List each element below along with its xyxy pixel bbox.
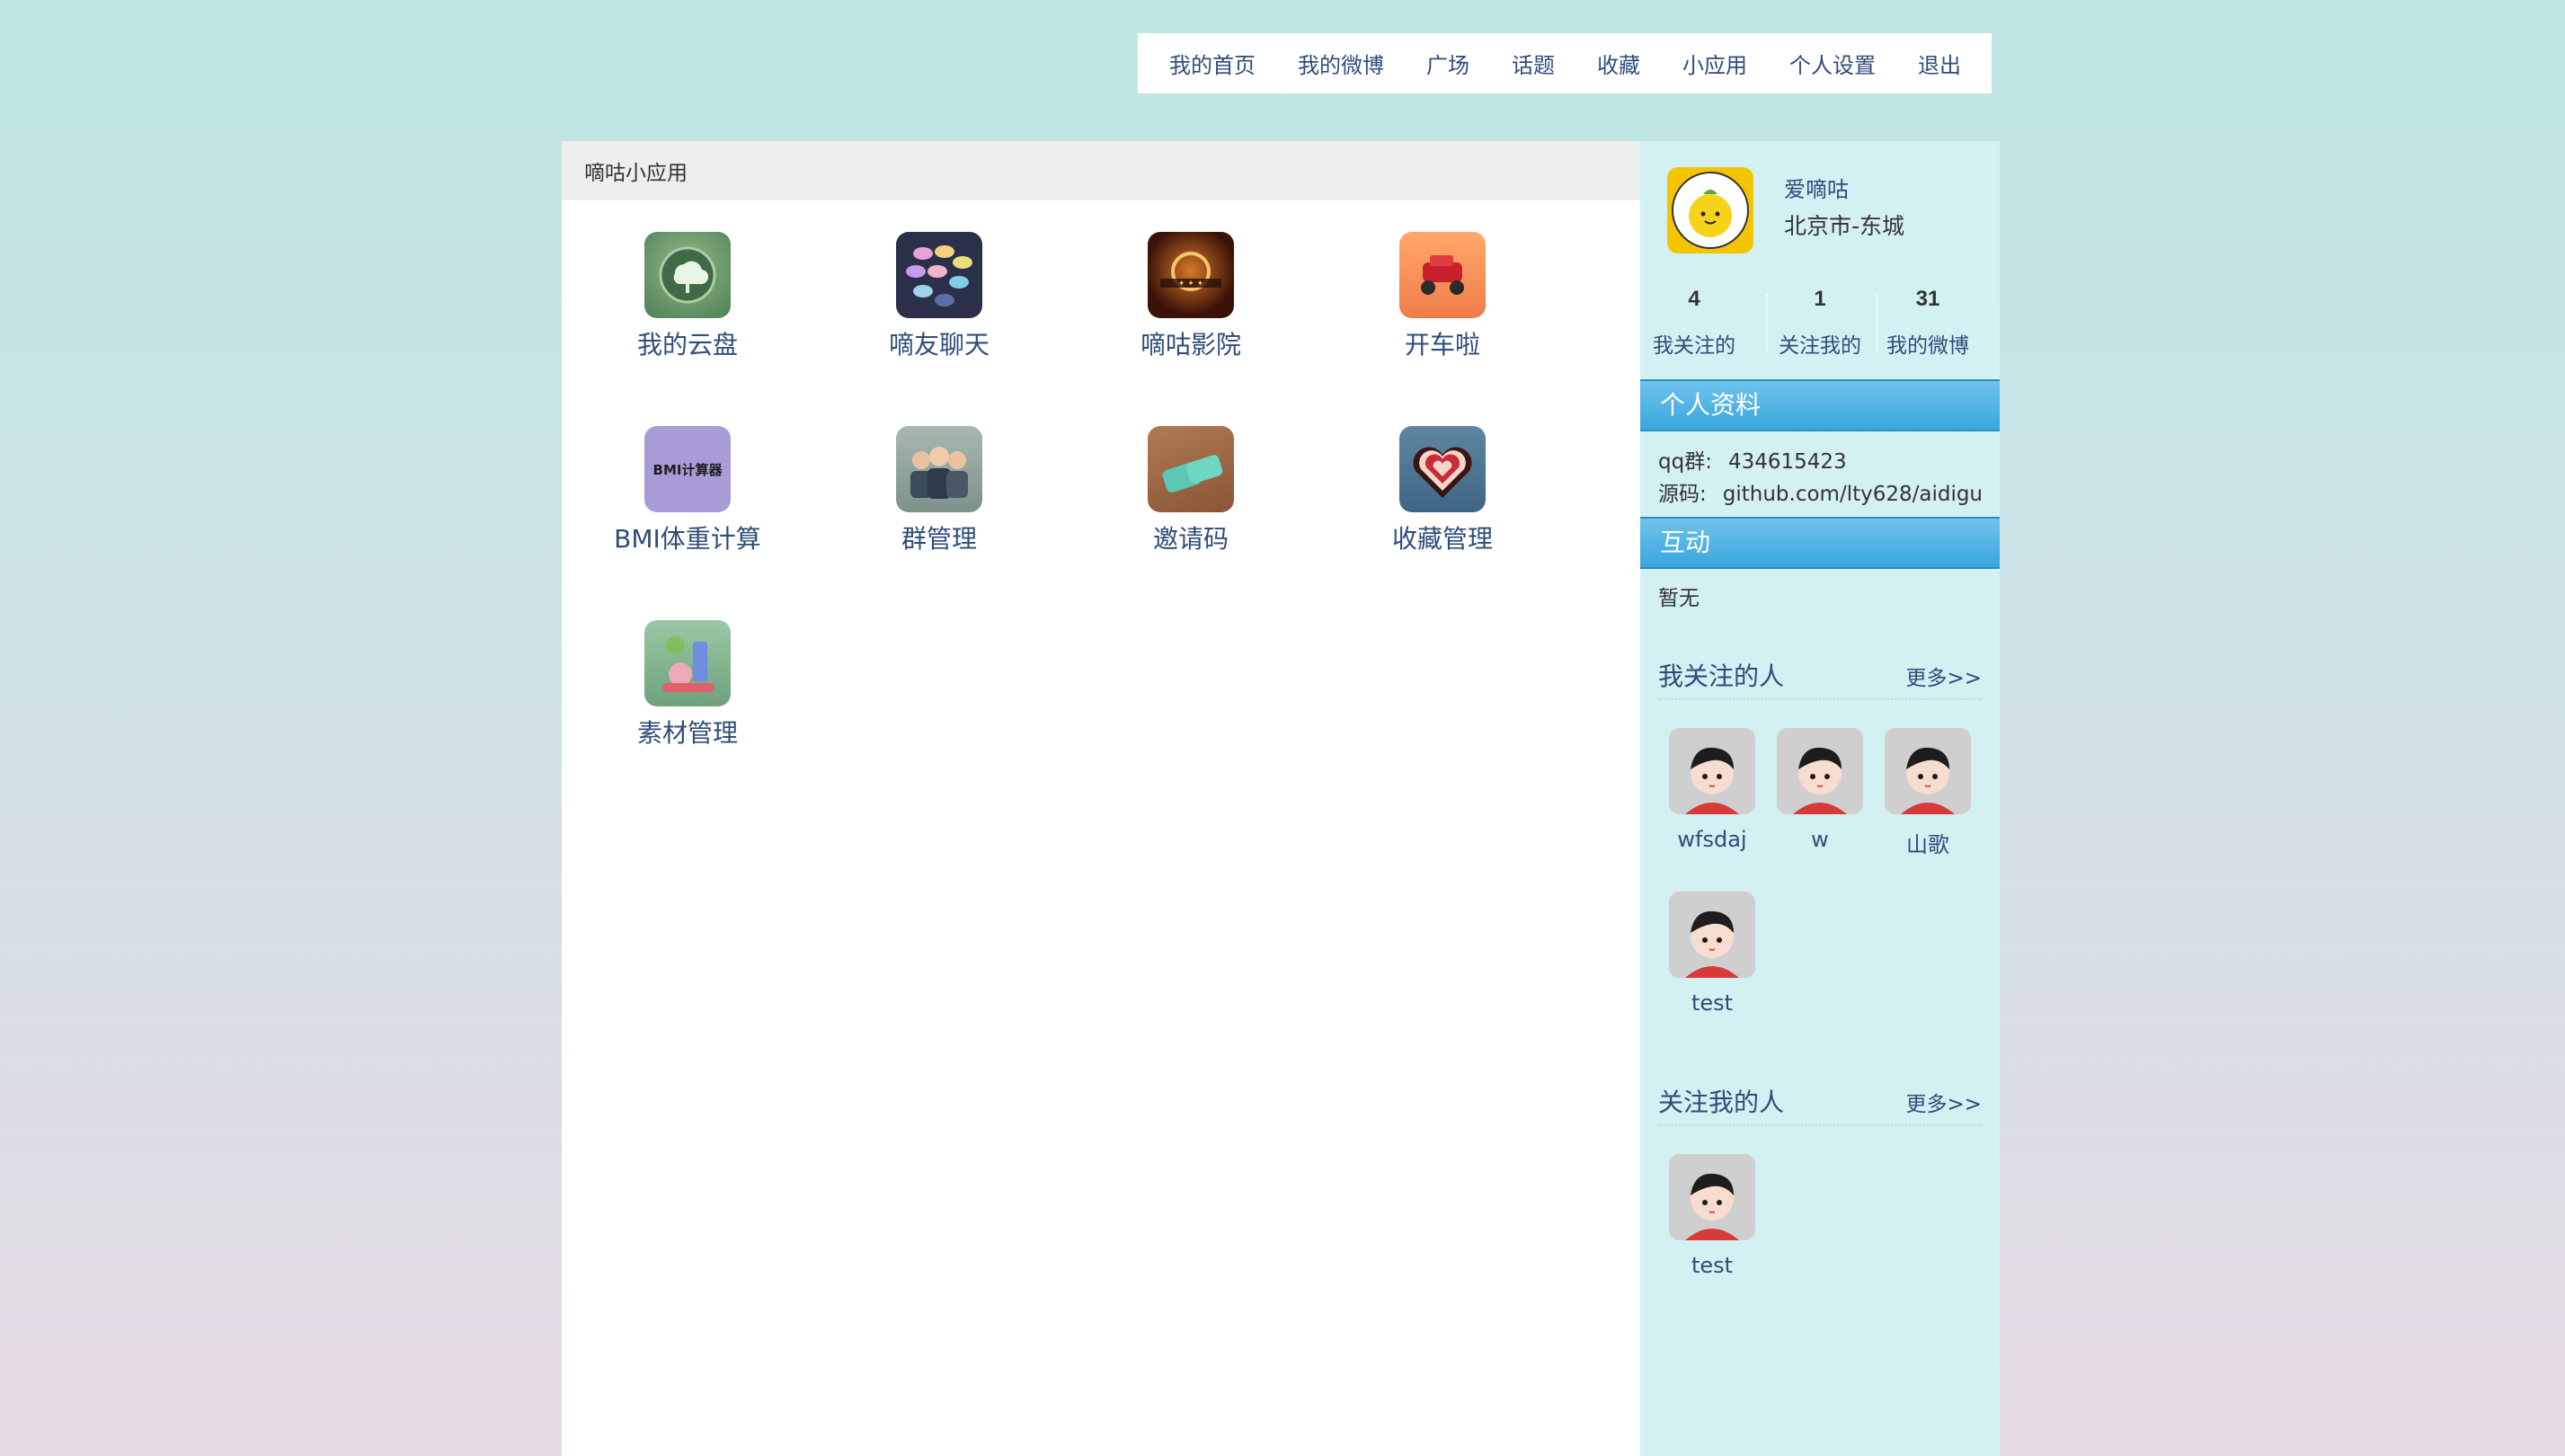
stat-number: 1 (1814, 287, 1826, 311)
avatar (1885, 728, 1971, 814)
qq-group-line: qq群: 434615423 (1658, 444, 1847, 475)
person-name[interactable]: w (1766, 827, 1874, 852)
followers-more-link[interactable]: 更多>> (1905, 1087, 1982, 1117)
nav-home[interactable]: 我的首页 (1169, 48, 1256, 79)
nav-settings[interactable]: 个人设置 (1789, 48, 1876, 79)
nav-my-weibo[interactable]: 我的微博 (1298, 48, 1384, 79)
cloud-drive-icon (644, 232, 731, 318)
profile-avatar[interactable] (1667, 167, 1753, 253)
app-label: 嘀友聊天 (888, 330, 990, 360)
stat-following[interactable]: 4 我关注的 (1640, 287, 1748, 359)
personal-info-header: 个人资料 (1640, 379, 2000, 431)
interaction-header: 互动 (1640, 517, 2000, 569)
following-person[interactable]: 山歌 (1874, 728, 1982, 858)
stat-followers[interactable]: 1 关注我的 (1766, 287, 1874, 359)
follower-person[interactable]: test (1658, 1154, 1766, 1278)
stat-label: 关注我的 (1779, 334, 1861, 358)
app-label: 开车啦 (1404, 330, 1480, 360)
top-navigation: 我的首页 我的微博 广场 话题 收藏 小应用 个人设置 退出 (1138, 33, 1992, 93)
main-panel: 嘀咕小应用 我的云盘 嘀友聊天 ✦ ✦ ✦ 嘀咕影院 开车啦 BMI计算器 BM… (562, 141, 1640, 1456)
sidebar: 爱嘀咕 北京市-东城 4 我关注的 1 关注我的 31 我的微博 个人资料 qq… (1640, 141, 2000, 1456)
bmi-icon-text: BMI计算器 (652, 461, 723, 478)
app-label: 群管理 (901, 524, 977, 554)
following-header: 我关注的人 更多>> (1658, 657, 1982, 700)
nav-favorites[interactable]: 收藏 (1597, 48, 1640, 79)
person-name[interactable]: test (1658, 1253, 1766, 1278)
avatar (1669, 892, 1755, 978)
app-label: 素材管理 (636, 718, 738, 748)
profile-location: 北京市-东城 (1784, 213, 1905, 239)
app-materials-management[interactable]: 素材管理 (598, 620, 777, 750)
chat-bubbles-icon (896, 232, 982, 318)
materials-icon (644, 620, 731, 706)
app-label: 嘀咕影院 (1140, 330, 1241, 360)
followers-title: 关注我的人 (1658, 1088, 1785, 1117)
app-label: 收藏管理 (1391, 524, 1493, 554)
app-bmi[interactable]: BMI计算器 BMI体重计算 (598, 426, 777, 555)
app-label: BMI体重计算 (614, 524, 761, 554)
nav-logout[interactable]: 退出 (1918, 48, 1961, 79)
page-title: 嘀咕小应用 (562, 141, 1640, 200)
avatar (1777, 728, 1863, 814)
stat-number: 4 (1688, 287, 1700, 311)
qq-value: 434615423 (1727, 450, 1847, 474)
app-invite-code[interactable]: 邀请码 (1101, 426, 1281, 555)
stat-label: 我关注的 (1653, 334, 1735, 358)
person-name[interactable]: test (1658, 990, 1766, 1016)
app-chat[interactable]: 嘀友聊天 (849, 232, 1029, 361)
stat-label: 我的微博 (1886, 334, 1969, 358)
nav-square[interactable]: 广场 (1426, 48, 1469, 79)
app-label: 我的云盘 (636, 330, 738, 360)
app-group-management[interactable]: 群管理 (849, 426, 1029, 555)
avatar (1669, 728, 1755, 814)
interaction-text: 暂无 (1658, 587, 1700, 610)
heart-icon (1399, 426, 1486, 512)
invite-code-icon (1148, 426, 1234, 512)
following-person[interactable]: wfsdaj (1658, 728, 1766, 852)
profile-name[interactable]: 爱嘀咕 (1784, 172, 1849, 203)
following-title: 我关注的人 (1658, 661, 1785, 691)
app-cinema[interactable]: ✦ ✦ ✦ 嘀咕影院 (1101, 232, 1281, 361)
source-value: github.com/lty628/aidigu (1722, 483, 1984, 506)
nav-topics[interactable]: 话题 (1512, 48, 1555, 79)
nav-mini-apps[interactable]: 小应用 (1682, 48, 1747, 79)
person-name[interactable]: wfsdaj (1658, 827, 1766, 852)
app-label: 邀请码 (1152, 524, 1229, 554)
following-person[interactable]: w (1766, 728, 1874, 852)
qq-label: qq群: (1658, 450, 1712, 474)
car-icon (1399, 232, 1486, 318)
person-name[interactable]: 山歌 (1874, 827, 1982, 858)
group-people-icon (896, 426, 982, 512)
avatar (1669, 1154, 1755, 1240)
stat-number: 31 (1915, 287, 1940, 311)
cinema-icon: ✦ ✦ ✦ (1148, 232, 1234, 318)
stat-my-weibo[interactable]: 31 我的微博 (1874, 287, 1982, 359)
app-favorites-management[interactable]: 收藏管理 (1353, 426, 1532, 555)
followers-header: 关注我的人 更多>> (1658, 1083, 1982, 1126)
svg-text:✦ ✦ ✦: ✦ ✦ ✦ (1178, 280, 1204, 289)
app-cloud-drive[interactable]: 我的云盘 (598, 232, 777, 361)
profile-stats: 4 我关注的 1 关注我的 31 我的微博 (1640, 287, 2000, 362)
app-driving[interactable]: 开车啦 (1353, 232, 1532, 361)
bmi-calculator-icon: BMI计算器 (644, 426, 731, 512)
following-person[interactable]: test (1658, 892, 1766, 1016)
source-code-line: 源码: github.com/lty628/aidigu (1658, 476, 1983, 507)
source-label: 源码: (1658, 483, 1707, 506)
following-more-link[interactable]: 更多>> (1905, 661, 1982, 691)
